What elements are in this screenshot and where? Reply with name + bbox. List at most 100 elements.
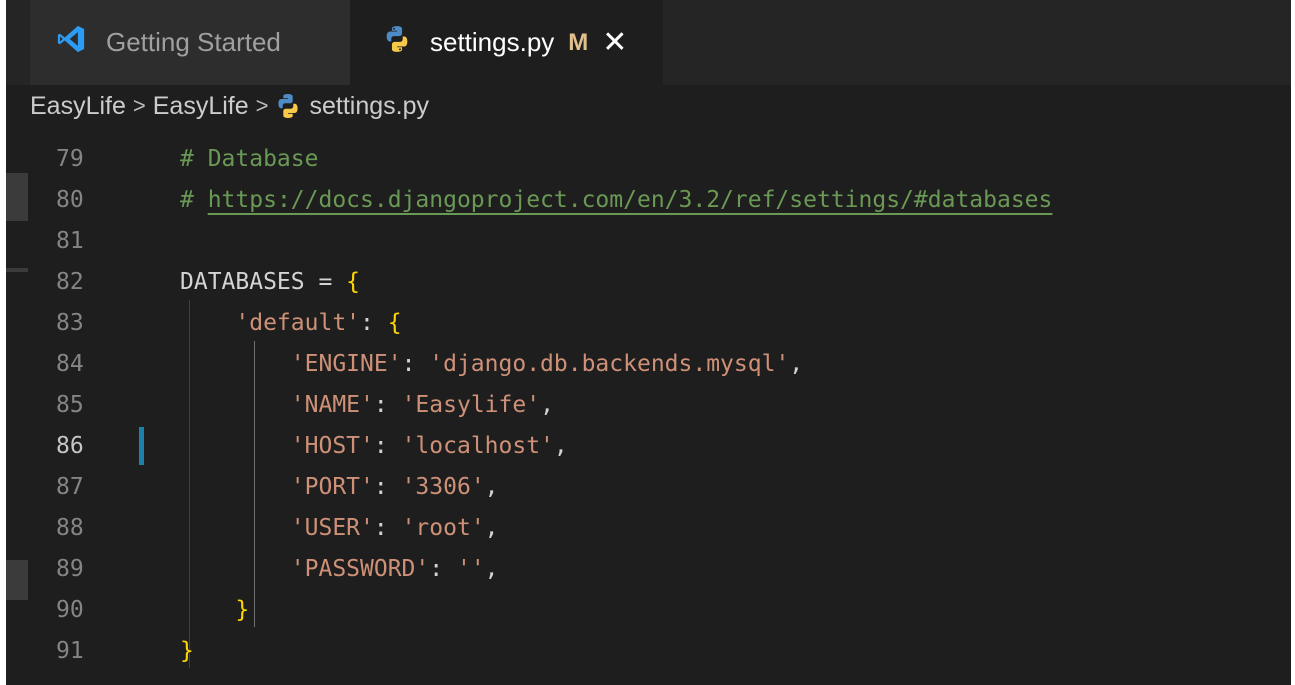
code-token-brace: { (387, 309, 402, 336)
code-token-punc (180, 310, 235, 336)
code-token-punc: : (373, 432, 402, 459)
breadcrumb: EasyLife > EasyLife > settings.py (30, 86, 1280, 126)
code-token-punc (180, 597, 235, 623)
code-token-punc: : (373, 473, 402, 500)
code-line[interactable]: 84 'ENGINE': 'django.db.backends.mysql', (6, 343, 1291, 384)
code-text: 'USER': 'root', (180, 515, 499, 541)
code-token-str: 'root' (401, 514, 485, 541)
code-line[interactable]: 85 'NAME': 'Easylife', (6, 384, 1291, 425)
code-line[interactable]: 86 'HOST': 'localhost', (6, 425, 1291, 466)
code-line[interactable]: 88 'USER': 'root', (6, 507, 1291, 548)
code-token-brace: } (180, 637, 194, 664)
right-border (1291, 0, 1295, 685)
code-token-punc: : (373, 514, 402, 541)
code-text: 'PORT': '3306', (180, 474, 499, 500)
code-token-brace: { (346, 268, 361, 295)
line-number: 81 (56, 227, 84, 254)
code-token-str: 'HOST' (290, 432, 374, 459)
code-token-str: 'PORT' (290, 473, 374, 500)
line-number: 84 (56, 350, 84, 377)
code-text: 'HOST': 'localhost', (180, 433, 568, 459)
code-text: 'ENGINE': 'django.db.backends.mysql', (180, 351, 803, 377)
line-number: 80 (56, 186, 84, 213)
line-number: 83 (56, 309, 84, 336)
code-token-str: 'default' (235, 309, 361, 336)
code-token-str: 'django.db.backends.mysql' (429, 350, 790, 377)
code-line[interactable]: 90 } (6, 589, 1291, 630)
breadcrumb-separator: > (132, 93, 146, 118)
code-text: DATABASES = { (180, 269, 360, 295)
code-token-punc: , (789, 350, 804, 377)
modified-line-indicator (139, 426, 144, 465)
code-token-punc: , (484, 473, 499, 500)
code-token-comment: # (180, 186, 208, 213)
tab-bar: Getting Started settings.py M ✕ (6, 0, 1291, 85)
tab-label: settings.py (430, 27, 555, 57)
code-line[interactable]: 83 'default': { (6, 302, 1291, 343)
close-icon[interactable]: ✕ (602, 27, 627, 58)
code-token-punc: : (401, 350, 430, 377)
line-number: 79 (56, 145, 84, 172)
code-token-punc (180, 515, 291, 541)
breadcrumb-separator: > (255, 93, 269, 118)
code-line[interactable]: 87 'PORT': '3306', (6, 466, 1291, 507)
code-line[interactable]: 80 # https://docs.djangoproject.com/en/3.… (6, 179, 1291, 220)
code-line[interactable]: 81 (6, 220, 1291, 261)
code-token-punc: , (553, 432, 568, 459)
python-icon (384, 25, 410, 60)
code-token-punc (180, 556, 291, 582)
line-number: 86 (56, 432, 84, 459)
code-line[interactable]: 82 DATABASES = { (6, 261, 1291, 302)
tab-settings-py[interactable]: settings.py M ✕ (350, 0, 663, 85)
code-token-punc (180, 433, 291, 459)
breadcrumb-item-folder[interactable]: EasyLife (30, 92, 126, 121)
code-token-link[interactable]: https://docs.djangoproject.com/en/3.2/re… (208, 187, 1053, 213)
code-line[interactable]: 91} (6, 630, 1291, 671)
vscode-logo-icon (56, 24, 86, 61)
code-text: # Database (180, 146, 318, 172)
code-token-punc (180, 351, 291, 377)
code-token-punc (180, 474, 291, 500)
modified-badge: M (568, 28, 589, 56)
editor-window: Getting Started settings.py M ✕ EasyLife… (0, 0, 1295, 685)
breadcrumb-item-subfolder[interactable]: EasyLife (153, 92, 249, 121)
tab-label: Getting Started (106, 27, 281, 57)
code-editor[interactable]: 79 # Database 80 # https://docs.djangoproje… (6, 128, 1291, 685)
code-token-punc (180, 392, 291, 418)
code-token-punc: , (484, 555, 499, 582)
code-token-str: 'USER' (290, 514, 374, 541)
python-icon (276, 93, 300, 119)
line-number: 91 (56, 637, 84, 664)
code-text: 'default': { (180, 309, 402, 336)
code-token-var: DATABASES (180, 268, 305, 295)
line-number: 87 (56, 473, 84, 500)
line-number: 89 (56, 555, 84, 582)
code-text: 'NAME': 'Easylife', (180, 392, 554, 418)
code-token-str: 'localhost' (401, 432, 554, 459)
code-token-str: 'ENGINE' (290, 350, 402, 377)
tab-getting-started[interactable]: Getting Started (30, 0, 350, 85)
code-token-punc: = (304, 268, 347, 295)
code-token-str: 'PASSWORD' (290, 555, 430, 582)
code-token-str: 'NAME' (290, 391, 374, 418)
code-token-punc: : (429, 555, 457, 582)
code-token-punc: , (484, 514, 499, 541)
code-token-brace: } (235, 596, 250, 623)
code-token-punc: : (360, 309, 388, 336)
code-token-punc: , (540, 391, 554, 418)
code-text: } (180, 597, 249, 623)
breadcrumb-file-label: settings.py (309, 91, 430, 120)
code-token-comment: # Database (180, 145, 319, 172)
code-text: 'PASSWORD': '', (180, 556, 499, 582)
code-token-str: '' (456, 555, 485, 582)
line-number: 88 (56, 514, 84, 541)
breadcrumb-item-file[interactable]: settings.py (276, 91, 430, 121)
code-token-str: '3306' (401, 473, 485, 500)
line-number: 85 (56, 391, 84, 418)
line-number: 90 (56, 596, 84, 623)
code-line[interactable]: 79 # Database (6, 138, 1291, 179)
code-token-str: 'Easylife' (401, 391, 541, 418)
line-number: 82 (56, 268, 84, 295)
code-line[interactable]: 89 'PASSWORD': '', (6, 548, 1291, 589)
code-text: } (180, 638, 194, 664)
